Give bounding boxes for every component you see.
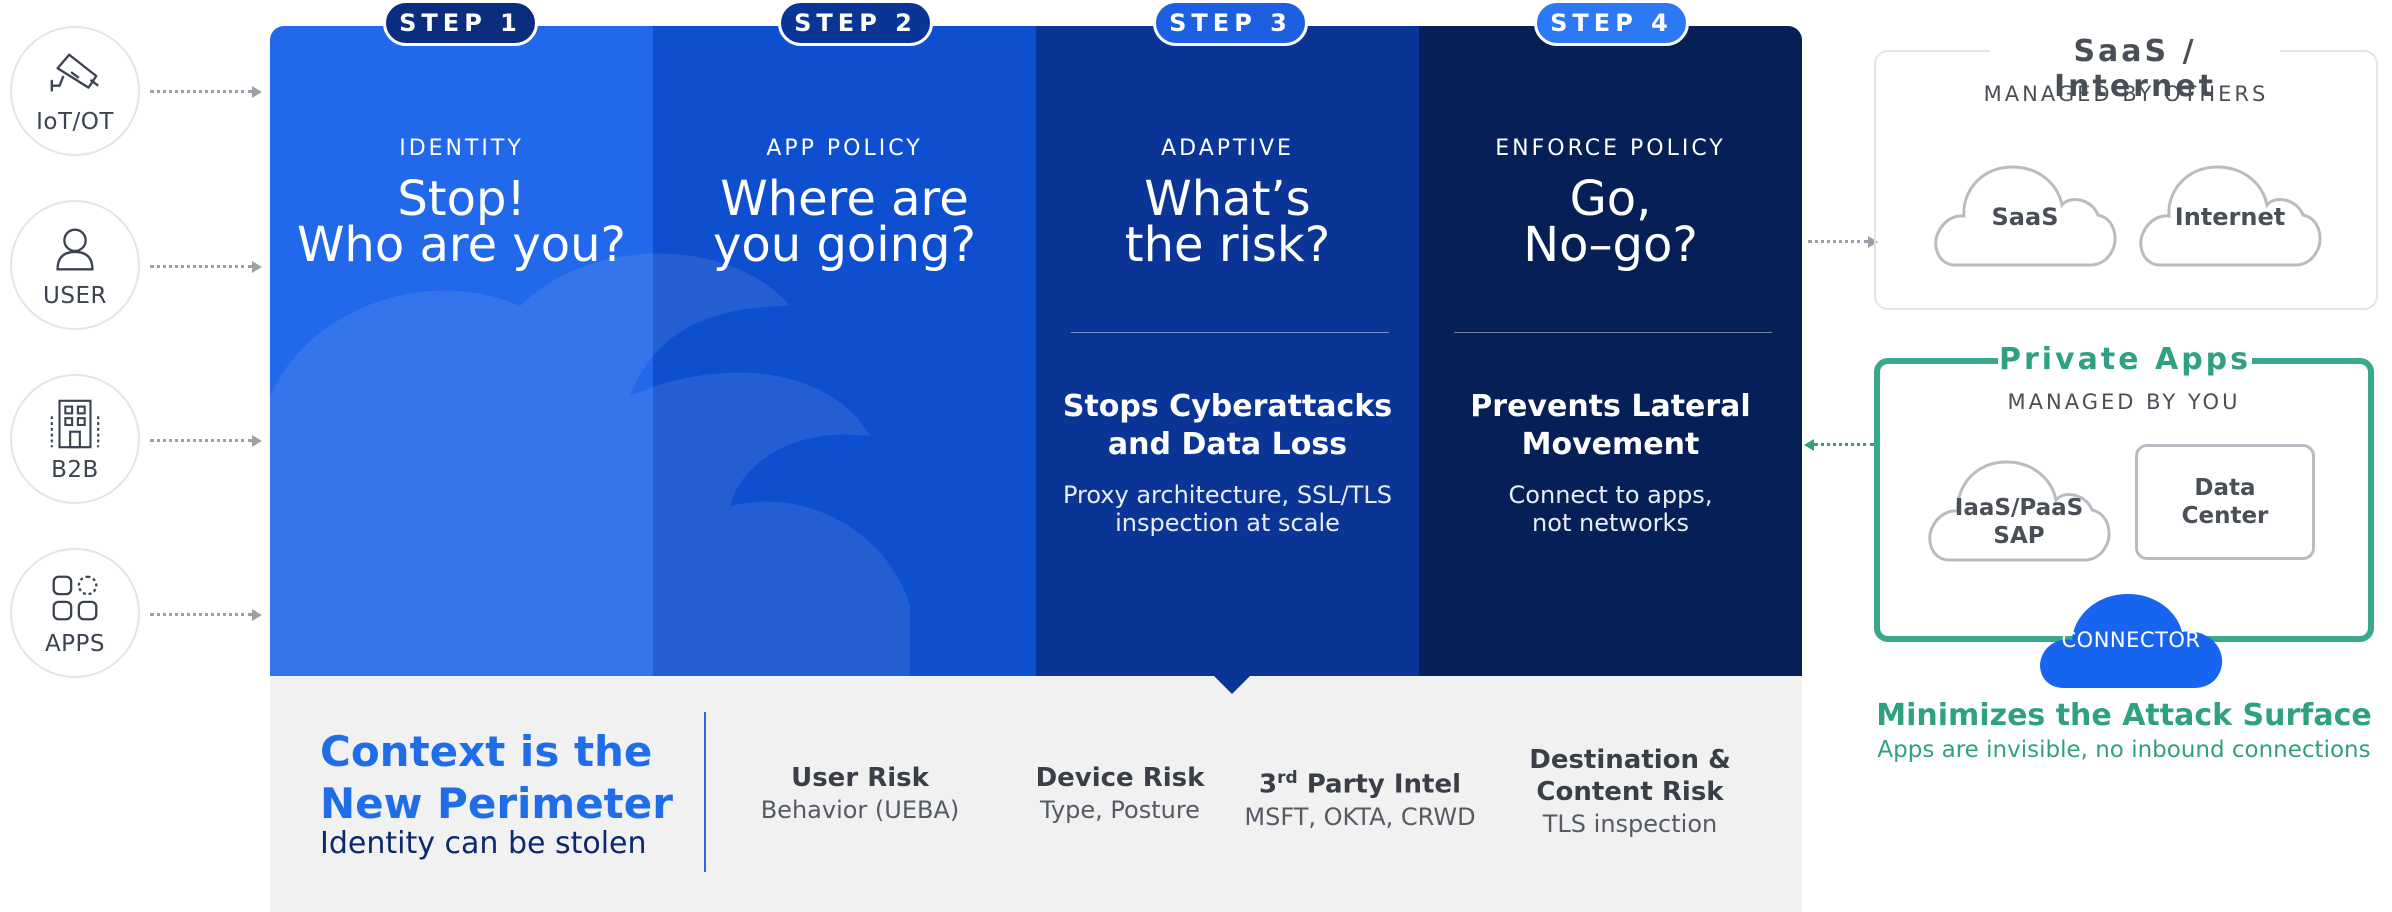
heading-line: Stops Cyberattacks — [1062, 389, 1393, 424]
watermark-cloud-icon — [270, 253, 910, 676]
step-4-badge: STEP 4 — [1534, 0, 1689, 46]
step-question: What’s the risk? — [1036, 171, 1419, 273]
ordinal-number: 3 — [1258, 769, 1278, 800]
pointer-notch — [1214, 676, 1250, 694]
step-category: IDENTITY — [399, 136, 524, 161]
text-line: inspection at scale — [1115, 509, 1340, 537]
step-benefit-heading: Prevents Lateral Movement — [1439, 388, 1782, 464]
text-line: not networks — [1532, 509, 1689, 537]
text-line: Connect to apps, — [1508, 481, 1713, 509]
building-icon — [50, 399, 100, 449]
label-line: Data — [2194, 475, 2256, 501]
iot-arrowhead — [252, 86, 262, 98]
private-arrow — [1814, 443, 1874, 446]
question-line: What’s — [1144, 171, 1311, 227]
question-line: Stop! — [397, 171, 526, 227]
b2b-arrowhead — [252, 435, 262, 447]
step-benefit-heading: Stops Cyberattacks and Data Loss — [1056, 388, 1399, 464]
step-category: ENFORCE POLICY — [1495, 136, 1726, 161]
iot-arrow — [150, 90, 252, 93]
label-line: IaaS/PaaS — [1954, 495, 2084, 521]
saas-box-subtitle: MANAGED BY OTHERS — [1983, 82, 2269, 106]
step-category: APP POLICY — [766, 136, 923, 161]
divider — [1071, 332, 1389, 333]
saas-arrow — [1808, 240, 1868, 243]
title-line: Context is the — [320, 727, 653, 776]
step-benefit-text: Connect to apps, not networks — [1439, 481, 1782, 537]
step-3-badge: STEP 3 — [1153, 0, 1308, 46]
context-subtitle: Identity can be stolen — [320, 826, 647, 861]
context-divider — [704, 712, 706, 872]
iaas-paas-label: IaaS/PaaS SAP — [1924, 494, 2114, 550]
entity-label: APPS — [44, 631, 106, 657]
destination-content-risk: Destination & Content Risk TLS inspectio… — [1480, 744, 1780, 840]
title-line: New Perimeter — [320, 779, 673, 828]
private-arrowhead — [1804, 439, 1814, 451]
private-box-subtitle: MANAGED BY YOU — [2007, 390, 2241, 414]
label-line: Center — [2181, 503, 2269, 529]
text-line: Proxy architecture, SSL/TLS — [1062, 481, 1393, 509]
risk-heading: 3rd Party Intel — [1210, 762, 1510, 801]
question-line: the risk? — [1124, 217, 1331, 273]
question-line: No–go? — [1523, 217, 1698, 273]
heading-line: and Data Loss — [1107, 427, 1348, 462]
step-question: Go, No–go? — [1419, 171, 1802, 273]
saas-label: SaaS — [1991, 203, 2059, 231]
connector-label: CONNECTOR — [2061, 628, 2201, 652]
entity-label: B2B — [51, 457, 99, 483]
apps-arrow — [150, 613, 252, 616]
badge-label: STEP 3 — [1169, 9, 1292, 37]
entity-b2b: B2B — [10, 374, 140, 504]
entity-iot-ot: IoT/OT — [10, 26, 140, 156]
badge-label: STEP 4 — [1550, 9, 1673, 37]
context-panel: Context is the New Perimeter Identity ca… — [270, 676, 1802, 912]
steps-panel: IDENTITY Stop! Who are you? APP POLICY W… — [270, 26, 1802, 676]
heading-line: Prevents Lateral — [1470, 389, 1751, 424]
label-line: SAP — [1993, 523, 2045, 549]
step-category: ADAPTIVE — [1161, 136, 1294, 161]
step-2-badge: STEP 2 — [778, 0, 933, 46]
badge-label: STEP 1 — [399, 9, 522, 37]
badge-label: STEP 2 — [794, 9, 917, 37]
b2b-arrow — [150, 439, 252, 442]
internet-label: Internet — [2174, 203, 2286, 231]
heading-line: Movement — [1521, 427, 1700, 462]
user-icon — [56, 228, 94, 271]
camera-icon — [50, 53, 99, 92]
risk-heading: User Risk — [791, 763, 929, 793]
data-center-box: Data Center — [2135, 444, 2315, 560]
attack-surface-title: Minimizes the Attack Surface — [1876, 698, 2372, 733]
risk-heading: Content Risk — [1536, 777, 1724, 807]
entity-apps: APPS — [10, 548, 140, 678]
risk-heading: Destination & — [1529, 745, 1731, 775]
private-box-title: Private Apps — [1998, 342, 2252, 377]
entity-label: USER — [43, 283, 107, 309]
risk-heading-text: Party Intel — [1297, 769, 1462, 800]
user-arrowhead — [252, 261, 262, 273]
context-title: Context is the New Perimeter — [320, 726, 673, 830]
risk-detail: MSFT, OKTA, CRWD — [1244, 802, 1476, 831]
attack-surface-subtitle: Apps are invisible, no inbound connectio… — [1877, 737, 2371, 763]
question-line: Where are — [720, 171, 969, 227]
risk-detail: TLS inspection — [1542, 810, 1718, 838]
divider — [1454, 332, 1772, 333]
entity-user: USER — [10, 200, 140, 330]
user-arrow — [150, 265, 252, 268]
step-4-column: ENFORCE POLICY Go, No–go? Prevents Later… — [1419, 26, 1802, 676]
step-1-badge: STEP 1 — [383, 0, 538, 46]
question-line: Go, — [1569, 171, 1652, 227]
apps-grid-icon — [52, 575, 98, 621]
entity-label: IoT/OT — [36, 109, 114, 135]
user-risk: User Risk Behavior (UEBA) — [710, 762, 1010, 826]
risk-detail: Behavior (UEBA) — [760, 796, 960, 824]
third-party-intel: 3rd Party Intel MSFT, OKTA, CRWD — [1210, 762, 1510, 833]
apps-arrowhead — [252, 609, 262, 621]
ordinal-suffix: rd — [1277, 768, 1298, 788]
step-3-column: ADAPTIVE What’s the risk? Stops Cyberatt… — [1036, 26, 1419, 676]
step-benefit-text: Proxy architecture, SSL/TLS inspection a… — [1056, 481, 1399, 537]
